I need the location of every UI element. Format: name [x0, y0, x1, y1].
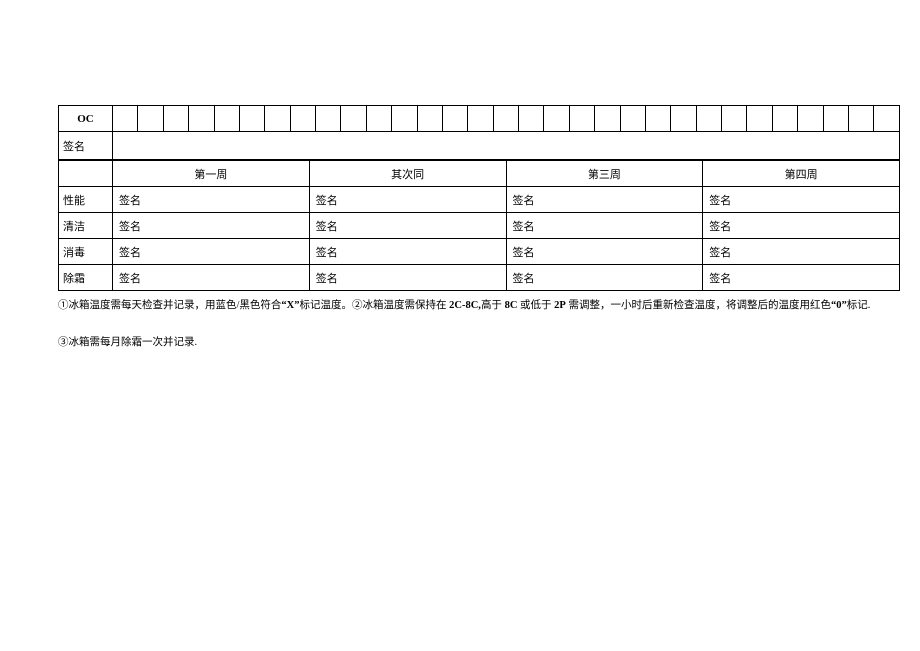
signature-cell: 签名	[309, 213, 506, 239]
maint-row-defrost: 除霜 签名 签名 签名 签名	[59, 265, 900, 291]
signature-cell: 签名	[309, 265, 506, 291]
signature-cell: 签名	[113, 213, 310, 239]
day-cell	[417, 106, 442, 132]
signature-cell: 签名	[703, 239, 900, 265]
signature-cell: 签名	[309, 187, 506, 213]
day-cell	[113, 106, 138, 132]
day-cell	[823, 106, 848, 132]
oc-row: OC	[59, 106, 900, 132]
signature-cell: 签名	[113, 265, 310, 291]
week-header-3: 第三周	[506, 161, 703, 187]
maint-row-label: 消毒	[59, 239, 113, 265]
signature-cell: 签名	[113, 187, 310, 213]
day-cell	[595, 106, 620, 132]
daily-signature-label-cell: 签名	[59, 132, 113, 160]
day-cell	[671, 106, 696, 132]
day-cell	[772, 106, 797, 132]
day-cell	[189, 106, 214, 132]
day-cell	[874, 106, 900, 132]
oc-label: OC	[77, 113, 94, 125]
day-cell	[645, 106, 670, 132]
day-cell	[316, 106, 341, 132]
temperature-grid-table: OC 签名	[58, 105, 900, 160]
signature-cell: 签名	[703, 265, 900, 291]
oc-label-cell: OC	[59, 106, 113, 132]
day-cell	[493, 106, 518, 132]
maint-row-label: 性能	[59, 187, 113, 213]
signature-cell: 签名	[506, 265, 703, 291]
day-cell	[696, 106, 721, 132]
day-cell	[620, 106, 645, 132]
day-cell	[138, 106, 163, 132]
maint-row-cleaning: 清洁 签名 签名 签名 签名	[59, 213, 900, 239]
day-cell	[569, 106, 594, 132]
day-cell	[722, 106, 747, 132]
footnote-2: ③冰箱需每月除霜一次并记录.	[58, 334, 900, 353]
signature-cell: 签名	[309, 239, 506, 265]
day-cell	[265, 106, 290, 132]
day-cell	[290, 106, 315, 132]
day-cell	[544, 106, 569, 132]
signature-cell: 签名	[703, 187, 900, 213]
day-cell	[848, 106, 873, 132]
maint-row-label: 清洁	[59, 213, 113, 239]
week-header-4: 第四周	[703, 161, 900, 187]
day-cell	[519, 106, 544, 132]
weekly-maintenance-table: 第一周 其次同 第三周 第四周 性能 签名 签名 签名 签名 清洁 签名 签名 …	[58, 160, 900, 291]
day-cell	[239, 106, 264, 132]
day-cell	[214, 106, 239, 132]
week-header-row: 第一周 其次同 第三周 第四周	[59, 161, 900, 187]
daily-signature-label: 签名	[63, 141, 85, 153]
day-cell	[341, 106, 366, 132]
daily-signature-row: 签名	[59, 132, 900, 160]
week-header-2: 其次同	[309, 161, 506, 187]
week-header-1: 第一周	[113, 161, 310, 187]
week-header-blank	[59, 161, 113, 187]
maint-row-disinfect: 消毒 签名 签名 签名 签名	[59, 239, 900, 265]
signature-cell: 签名	[506, 239, 703, 265]
footnote-1: ①冰箱温度需每天检查并记录，用蓝色/黑色符合“X”标记温度。②冰箱温度需保持在 …	[58, 297, 900, 316]
day-cell	[163, 106, 188, 132]
day-cell	[392, 106, 417, 132]
signature-cell: 签名	[703, 213, 900, 239]
day-cell	[366, 106, 391, 132]
day-cell	[442, 106, 467, 132]
day-cell	[468, 106, 493, 132]
signature-cell: 签名	[506, 187, 703, 213]
maint-row-performance: 性能 签名 签名 签名 签名	[59, 187, 900, 213]
daily-signature-span	[113, 132, 900, 160]
signature-cell: 签名	[113, 239, 310, 265]
day-cell	[747, 106, 772, 132]
day-cell	[798, 106, 823, 132]
footnotes: ①冰箱温度需每天检查并记录，用蓝色/黑色符合“X”标记温度。②冰箱温度需保持在 …	[58, 297, 900, 353]
maint-row-label: 除霜	[59, 265, 113, 291]
signature-cell: 签名	[506, 213, 703, 239]
